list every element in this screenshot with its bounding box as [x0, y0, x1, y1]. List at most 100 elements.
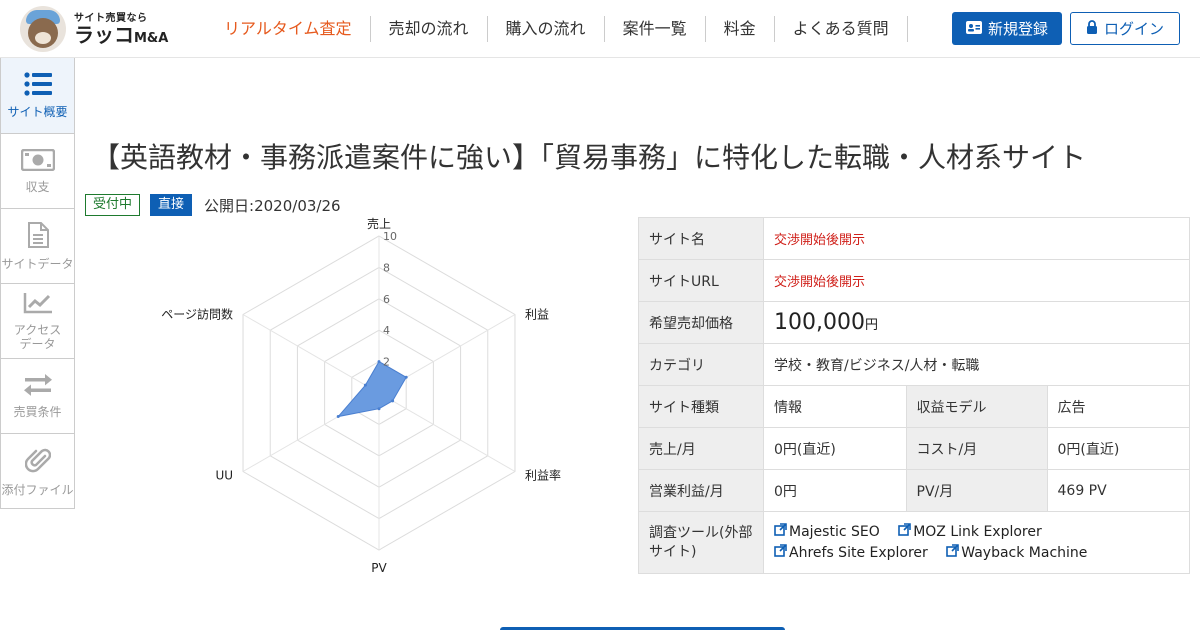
list-icon: [23, 72, 52, 105]
sales-value: 0円(直近): [763, 427, 907, 470]
status-badge: 受付中: [85, 194, 141, 216]
radar-data-point: [336, 415, 340, 419]
sidebar-item-terms[interactable]: 売買条件: [1, 358, 74, 433]
profit-value: 0円: [763, 469, 907, 512]
radar-data-point: [377, 407, 381, 411]
radar-axis-label: 売上: [367, 216, 391, 231]
revenue-model-value: 広告: [1046, 385, 1190, 428]
radar-axis-label: UU: [215, 469, 233, 483]
tool-link-moz[interactable]: MOZ Link Explorer: [898, 522, 1042, 543]
sidebar-item-label: アクセス データ: [13, 322, 62, 351]
category-label: カテゴリ: [638, 343, 764, 386]
revenue-model-label: 収益モデル: [905, 385, 1048, 428]
deal-type-badge: 直接: [150, 194, 193, 216]
nav-buy-flow[interactable]: 購入の流れ: [488, 16, 605, 42]
nav-pricing[interactable]: 料金: [706, 16, 775, 42]
sidebar-item-overview[interactable]: サイト概要: [1, 58, 74, 133]
site-type-label: サイト種類: [638, 385, 764, 428]
table-row: 調査ツール(外部サイト) Majestic SEO MOZ Link Explo…: [638, 511, 1190, 574]
radar-tick-label: 4: [383, 324, 390, 337]
site-name-value: 交渉開始後開示: [763, 217, 1190, 260]
nav-listings[interactable]: 案件一覧: [605, 16, 706, 42]
sidebar-item-label: 添付ファイル: [1, 482, 74, 497]
nav-faq[interactable]: よくある質問: [775, 16, 908, 42]
table-row: 希望売却価格 100,000円: [638, 301, 1190, 344]
main-nav: リアルタイム査定 売却の流れ 購入の流れ 案件一覧 料金 よくある質問: [206, 16, 908, 44]
table-row: サイト種類 情報 収益モデル 広告: [638, 385, 1190, 428]
radar-data-point: [404, 375, 408, 379]
tools-cell: Majestic SEO MOZ Link Explorer Ahrefs Si…: [763, 511, 1190, 574]
radar-spoke: [378, 392, 516, 472]
sales-label: 売上/月: [638, 427, 764, 470]
price-label: 希望売却価格: [638, 301, 764, 344]
sidebar-item-site-data[interactable]: サイトデータ: [1, 208, 74, 283]
pv-label: PV/月: [905, 469, 1048, 512]
listing-title: 【英語教材・事務派遣案件に強い】「貿易事務」に特化した転職・人材系サイト: [92, 141, 1087, 174]
pv-value: 469 PV: [1046, 469, 1190, 512]
sidebar-item-label: 収支: [25, 179, 50, 194]
sidebar-item-finance[interactable]: 収支: [1, 133, 74, 208]
register-label: 新規登録: [987, 20, 1048, 38]
nav-sell-flow[interactable]: 売却の流れ: [371, 16, 488, 42]
table-row: カテゴリ 学校・教育/ビジネス/人材・転職: [638, 343, 1190, 386]
logo-name: ラッコM&A: [74, 22, 169, 47]
site-info-table: サイト名 交渉開始後開示 サイトURL 交渉開始後開示 希望売却価格 100,0…: [638, 217, 1190, 574]
published-date: 公開日:2020/03/26: [204, 196, 341, 215]
table-row: サイト名 交渉開始後開示: [638, 217, 1190, 260]
external-link-icon: [774, 522, 787, 543]
radar-tick-label: 8: [383, 261, 390, 274]
register-button[interactable]: 新規登録: [952, 12, 1062, 45]
login-button[interactable]: ログイン: [1070, 12, 1180, 45]
chart-icon: [23, 292, 53, 323]
external-link-icon: [898, 522, 911, 543]
cost-label: コスト/月: [905, 427, 1048, 470]
tool-link-ahrefs[interactable]: Ahrefs Site Explorer: [774, 543, 928, 564]
table-row: 売上/月 0円(直近) コスト/月 0円(直近): [638, 427, 1190, 470]
price-unit: 円: [864, 318, 878, 333]
login-label: ログイン: [1103, 20, 1164, 38]
listing-meta: 受付中 直接 公開日:2020/03/26: [85, 194, 341, 216]
radar-spoke: [242, 314, 380, 394]
radar-axis-label: 利益: [525, 308, 549, 322]
site-type-value: 情報: [763, 385, 907, 428]
lock-icon: [1086, 19, 1098, 38]
site-url-label: サイトURL: [638, 259, 764, 302]
otter-mascot-icon: [20, 6, 66, 52]
radar-data-point: [377, 360, 381, 364]
tool-link-majestic[interactable]: Majestic SEO: [774, 522, 880, 543]
money-icon: [20, 148, 55, 180]
radar-tick-label: 6: [383, 293, 390, 306]
site-header: サイト売買なら ラッコM&A リアルタイム査定 売却の流れ 購入の流れ 案件一覧…: [0, 0, 1200, 58]
paperclip-icon: [24, 446, 51, 483]
radar-data-point: [391, 399, 395, 403]
id-card-icon: [965, 20, 982, 38]
sidebar-item-attachments[interactable]: 添付ファイル: [1, 433, 74, 508]
radar-axis-label: 利益率: [525, 468, 561, 483]
site-url-value: 交渉開始後開示: [763, 259, 1190, 302]
radar-axis-label: ページ訪問数: [161, 307, 233, 322]
section-sidebar: サイト概要 収支 サイトデータ アクセス データ 売買条件 添付ファイル: [0, 58, 75, 509]
sidebar-item-label: サイトデータ: [1, 256, 74, 271]
table-row: 営業利益/月 0円 PV/月 469 PV: [638, 469, 1190, 512]
nav-realtime-appraisal[interactable]: リアルタイム査定: [206, 16, 371, 42]
sidebar-item-access-data[interactable]: アクセス データ: [1, 283, 74, 358]
tool-link-wayback[interactable]: Wayback Machine: [946, 543, 1087, 564]
price-cell: 100,000円: [763, 301, 1190, 344]
exchange-icon: [23, 373, 53, 405]
site-name-label: サイト名: [638, 217, 764, 260]
tools-label: 調査ツール(外部サイト): [638, 511, 764, 574]
radar-axis-label: PV: [371, 561, 387, 575]
external-link-icon: [774, 543, 787, 564]
external-link-icon: [946, 543, 960, 564]
radar-tick-label: 10: [383, 230, 397, 243]
profit-label: 営業利益/月: [638, 469, 764, 512]
sidebar-item-label: 売買条件: [13, 404, 62, 419]
logo-tagline: サイト売買なら: [74, 12, 148, 24]
radar-series-area: [336, 360, 407, 418]
document-icon: [27, 221, 49, 257]
site-logo[interactable]: サイト売買なら ラッコM&A: [20, 6, 168, 52]
cost-value: 0円(直近): [1046, 427, 1190, 470]
radar-data-point: [363, 383, 367, 387]
radar-tick-label: 2: [383, 356, 390, 369]
table-row: サイトURL 交渉開始後開示: [638, 259, 1190, 302]
